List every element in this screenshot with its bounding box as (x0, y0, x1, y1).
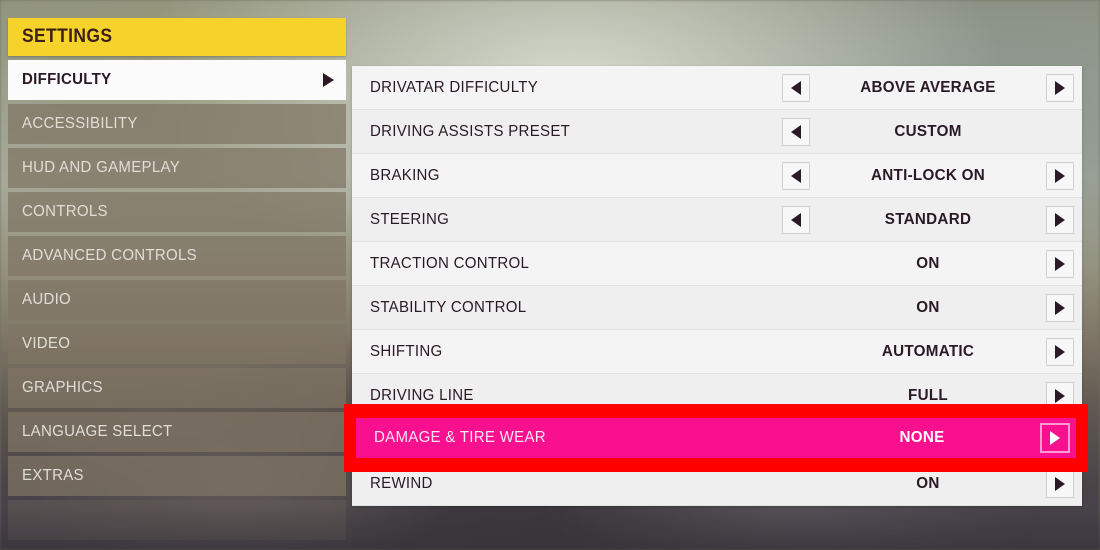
sidebar-item-label: GRAPHICS (22, 379, 103, 396)
decrement-arrow-button[interactable] (782, 117, 810, 146)
chevron-right-icon (1055, 80, 1065, 95)
setting-control: ON (782, 249, 1074, 278)
table-row[interactable]: STEERING STANDARD (352, 198, 1082, 242)
setting-control: CUSTOM (782, 117, 1074, 146)
sidebar-item-overflow[interactable] (8, 500, 346, 540)
highlight-annotation-box: DAMAGE & TIRE WEAR NONE (344, 404, 1088, 472)
table-row[interactable]: BRAKING ANTI-LOCK ON (352, 154, 1082, 198)
chevron-right-icon (1055, 300, 1065, 315)
settings-header: SETTINGS (8, 18, 346, 56)
setting-control: ON (782, 293, 1074, 322)
chevron-right-icon (1055, 476, 1065, 491)
settings-sidebar: SETTINGS DIFFICULTY ACCESSIBILITY HUD AN… (8, 18, 346, 540)
decrement-arrow-button[interactable] (782, 161, 810, 190)
setting-label: DRIVING LINE (370, 386, 474, 404)
setting-control: NONE (804, 423, 1070, 453)
increment-arrow-button[interactable] (1046, 337, 1074, 366)
setting-label: SHIFTING (370, 342, 443, 360)
setting-label: DAMAGE & TIRE WEAR (374, 429, 546, 446)
increment-arrow-placeholder (1046, 118, 1074, 146)
setting-label: DRIVATAR DIFFICULTY (370, 78, 539, 96)
chevron-right-icon (1055, 212, 1065, 227)
increment-arrow-button[interactable] (1046, 161, 1074, 190)
sidebar-item-audio[interactable]: AUDIO (8, 280, 346, 320)
increment-arrow-button[interactable] (1046, 249, 1074, 278)
increment-arrow-button[interactable] (1040, 423, 1070, 453)
setting-control: ABOVE AVERAGE (782, 73, 1074, 102)
setting-label: STABILITY CONTROL (370, 298, 527, 316)
chevron-right-icon (1055, 344, 1065, 359)
table-row[interactable]: STABILITY CONTROL ON (352, 286, 1082, 330)
sidebar-item-video[interactable]: VIDEO (8, 324, 346, 364)
decrement-arrow-placeholder (782, 294, 810, 322)
setting-value: CUSTOM (894, 122, 962, 140)
setting-label: DRIVING ASSISTS PRESET (370, 122, 571, 140)
chevron-left-icon (791, 168, 801, 183)
chevron-left-icon (791, 212, 801, 227)
chevron-left-icon (791, 80, 801, 95)
sidebar-item-accessibility[interactable]: ACCESSIBILITY (8, 104, 346, 144)
sidebar-item-extras[interactable]: EXTRAS (8, 456, 346, 496)
chevron-right-icon (1055, 256, 1065, 271)
setting-label: BRAKING (370, 166, 440, 184)
page-title: SETTINGS (22, 26, 113, 47)
setting-value: STANDARD (884, 210, 972, 228)
setting-value: FULL (908, 386, 948, 404)
chevron-right-icon (1055, 168, 1065, 183)
setting-value: NONE (899, 429, 945, 446)
decrement-arrow-button[interactable] (782, 73, 810, 102)
table-row[interactable]: SHIFTING AUTOMATIC (352, 330, 1082, 374)
sidebar-item-label: HUD AND GAMEPLAY (22, 159, 181, 176)
setting-control: ON (782, 469, 1074, 498)
decrement-arrow-placeholder (782, 470, 810, 498)
chevron-left-icon (791, 124, 801, 139)
setting-value: ABOVE AVERAGE (860, 78, 996, 96)
sidebar-item-difficulty[interactable]: DIFFICULTY (8, 60, 346, 100)
setting-label: STEERING (370, 210, 450, 228)
sidebar-item-label: VIDEO (22, 335, 71, 352)
setting-value: ON (916, 298, 940, 316)
table-row[interactable]: TRACTION CONTROL ON (352, 242, 1082, 286)
sidebar-item-label: CONTROLS (22, 203, 108, 220)
setting-value: AUTOMATIC (881, 342, 975, 360)
sidebar-item-label: EXTRAS (22, 467, 84, 484)
sidebar-item-hud-and-gameplay[interactable]: HUD AND GAMEPLAY (8, 148, 346, 188)
decrement-arrow-placeholder (782, 250, 810, 278)
increment-arrow-button[interactable] (1046, 73, 1074, 102)
setting-control: AUTOMATIC (782, 337, 1074, 366)
chevron-right-icon (323, 73, 334, 87)
setting-control: STANDARD (782, 205, 1074, 234)
setting-value: ON (916, 254, 940, 272)
sidebar-item-label: LANGUAGE SELECT (22, 423, 173, 440)
setting-label: TRACTION CONTROL (370, 254, 530, 272)
setting-control: ANTI-LOCK ON (782, 161, 1074, 190)
sidebar-item-language-select[interactable]: LANGUAGE SELECT (8, 412, 346, 452)
increment-arrow-button[interactable] (1046, 205, 1074, 234)
increment-arrow-button[interactable] (1046, 469, 1074, 498)
sidebar-item-graphics[interactable]: GRAPHICS (8, 368, 346, 408)
decrement-arrow-placeholder (782, 338, 810, 366)
sidebar-item-label: DIFFICULTY (22, 71, 112, 88)
decrement-arrow-button[interactable] (782, 205, 810, 234)
setting-label: REWIND (370, 474, 433, 492)
setting-value: ANTI-LOCK ON (870, 166, 986, 184)
chevron-right-icon (1050, 431, 1060, 445)
table-row[interactable]: DRIVATAR DIFFICULTY ABOVE AVERAGE (352, 66, 1082, 110)
selected-setting-row-damage-and-tire-wear[interactable]: DAMAGE & TIRE WEAR NONE (356, 418, 1076, 458)
sidebar-item-label: AUDIO (22, 291, 72, 308)
setting-value: ON (916, 474, 940, 492)
table-row[interactable]: DRIVING ASSISTS PRESET CUSTOM (352, 110, 1082, 154)
sidebar-item-label: ADVANCED CONTROLS (22, 247, 198, 264)
sidebar-item-controls[interactable]: CONTROLS (8, 192, 346, 232)
increment-arrow-button[interactable] (1046, 293, 1074, 322)
chevron-right-icon (1055, 388, 1065, 403)
sidebar-item-label: ACCESSIBILITY (22, 115, 138, 132)
sidebar-item-advanced-controls[interactable]: ADVANCED CONTROLS (8, 236, 346, 276)
